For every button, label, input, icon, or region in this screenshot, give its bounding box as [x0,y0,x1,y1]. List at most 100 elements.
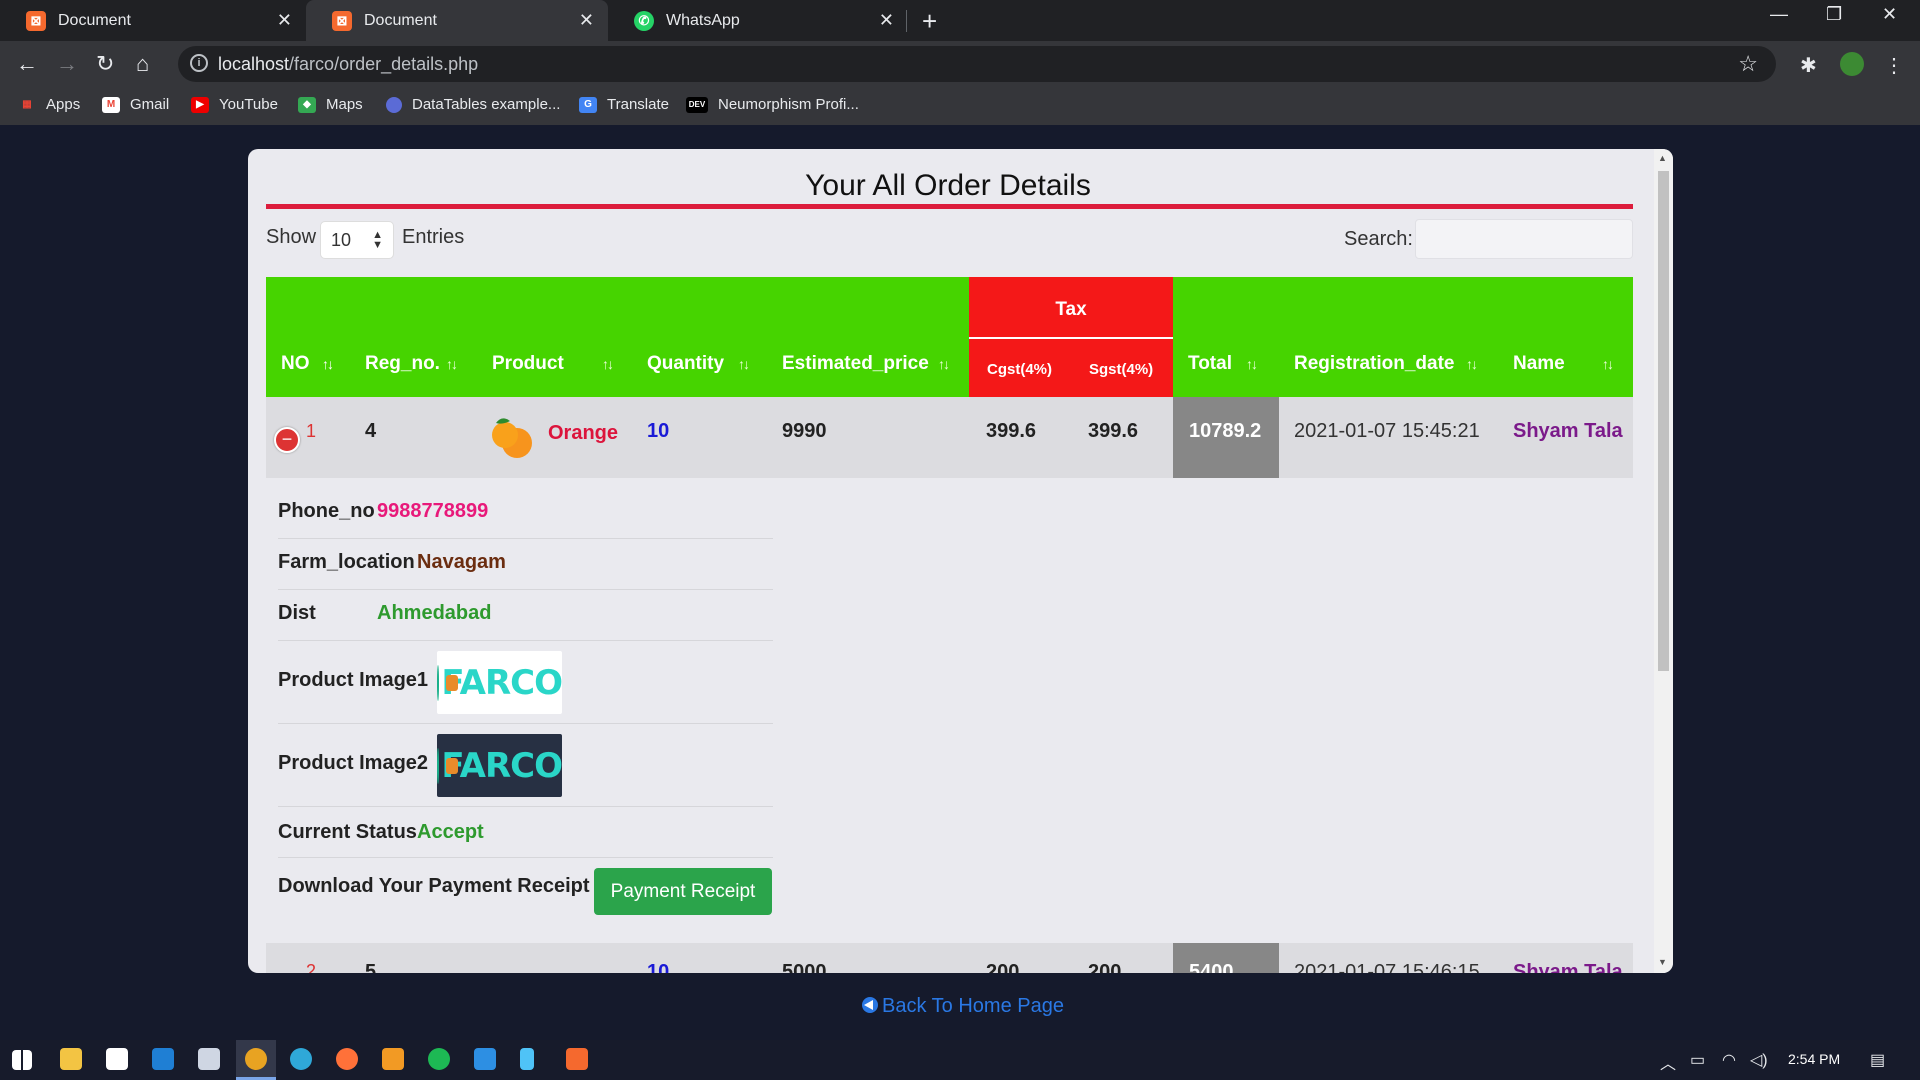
apps-grid-icon: ▦ [22,99,32,110]
site-info-icon[interactable]: i [190,54,208,72]
tray-chevron-icon[interactable]: ︿ [1660,1050,1676,1074]
bookmark-apps[interactable]: ▦ Apps [18,96,80,113]
bookmark-maps[interactable]: ◆ Maps [298,96,363,113]
chrome-icon[interactable] [245,1048,267,1070]
bookmark-gmail[interactable]: M Gmail [102,96,169,113]
cell-reg-no: 4 [365,420,377,442]
gmail-icon: M [102,96,120,113]
back-icon[interactable]: ← [16,51,38,77]
restore-icon[interactable]: ❐ [1826,4,1842,25]
show-label: Show [266,226,317,248]
close-tab-icon[interactable]: ✕ [579,10,594,30]
tab-title: Document [364,11,437,29]
app-icon[interactable] [428,1048,450,1070]
farco-mark-icon [437,664,462,701]
farco-logo-image: FARCO [437,651,563,714]
translate-icon: G [579,96,597,113]
clock-time[interactable]: 2:54 PM [1788,1051,1840,1067]
header-product[interactable]: Product [492,353,564,375]
tab-document-2[interactable]: ⊠ Document ✕ [306,0,608,41]
dev-icon: DEV [686,96,708,113]
store-icon[interactable] [106,1048,128,1070]
extensions-icon[interactable]: ✱ [1800,53,1817,78]
detail-dist: Dist Ahmedabad [278,590,773,641]
forward-icon[interactable]: → [56,51,78,77]
network-app-icon[interactable] [198,1048,220,1070]
detail-phone: Phone_no 9988778899 [278,488,773,539]
farco-logo-image: FARCO [437,734,563,797]
home-icon[interactable]: ⌂ [136,51,149,77]
new-tab-icon[interactable]: + [922,6,937,37]
header-estimated-price[interactable]: Estimated_price [782,353,929,375]
windows-taskbar: ︿ ▭ ◠ ◁) 2:54 PM ▤ [0,1040,1920,1080]
edge-icon[interactable] [290,1048,312,1070]
bookmark-star-icon[interactable]: ☆ [1738,51,1758,77]
tab-whatsapp[interactable]: ✆ WhatsApp ✕ [608,0,908,41]
battery-icon[interactable]: ▭ [1690,1050,1705,1070]
cell-registration-date: 2021-01-07 15:46:15 [1294,961,1480,973]
xampp-icon[interactable] [566,1048,588,1070]
orange-icon [492,418,532,458]
minimize-icon[interactable]: — [1770,4,1788,25]
close-tab-icon[interactable]: ✕ [879,10,894,30]
reload-icon[interactable]: ↻ [96,51,114,77]
close-window-icon[interactable]: ✕ [1882,4,1897,25]
cell-sgst: 200 [1088,961,1122,973]
vscode-icon[interactable] [474,1048,496,1070]
page-title: Your All Order Details [805,169,1091,202]
notifications-icon[interactable]: ▤ [1870,1050,1885,1070]
detail-product-image-1: Product Image1 FARCO [278,641,773,724]
address-bar[interactable]: i localhost/farco/order_details.php ☆ [178,46,1776,82]
windows-start-icon[interactable] [12,1050,32,1070]
collapse-row-icon[interactable]: − [274,427,300,453]
cell-registration-date: 2021-01-07 15:45:21 [1294,420,1480,442]
header-no[interactable]: NO [281,353,310,375]
file-explorer-icon[interactable] [60,1048,82,1070]
bookmark-youtube[interactable]: ▶ YouTube [191,96,278,113]
header-reg-no[interactable]: Reg_no. [365,353,440,375]
row-no: 1 [306,421,317,441]
tab-document-1[interactable]: ⊠ Document ✕ [0,0,306,41]
order-details-card: Your All Order Details Show 10 ▲ ▼ Entrie… [248,149,1673,973]
back-to-home-link[interactable]: Back To Home Page [862,995,1064,1018]
header-registration-date[interactable]: Registration_date [1294,353,1454,375]
maps-icon: ◆ [298,96,316,113]
header-total[interactable]: Total [1188,353,1232,375]
sort-icon[interactable]: ↑↓ [938,356,950,372]
sort-icon[interactable]: ↑↓ [602,356,614,372]
cell-cgst: 200 [986,961,1020,973]
bookmarks-bar: ▦ Apps M Gmail ▶ YouTube ◆ Maps DataTables e… [0,88,1920,125]
header-sgst[interactable]: Sgst(4%) [1089,361,1153,378]
mail-icon[interactable] [152,1048,174,1070]
sort-icon[interactable]: ↑↓ [1466,356,1478,372]
scrollbar-thumb[interactable] [1658,171,1669,671]
payment-receipt-button[interactable]: Payment Receipt [594,868,772,915]
close-tab-icon[interactable]: ✕ [277,10,292,30]
sort-icon[interactable]: ↑↓ [446,356,458,372]
bookmark-datatables[interactable]: DataTables example... [386,96,560,113]
header-quantity[interactable]: Quantity [647,353,724,375]
sublime-icon[interactable] [382,1048,404,1070]
search-input[interactable] [1415,219,1633,259]
scroll-down-icon[interactable]: ▼ [1658,957,1667,967]
entries-select[interactable]: 10 ▲ ▼ [320,221,394,259]
profile-avatar[interactable] [1840,52,1864,76]
notepad-icon[interactable] [520,1048,534,1070]
sort-asc-icon[interactable]: ↑↓ [322,356,334,372]
sort-icon[interactable]: ↑↓ [1246,356,1258,372]
wifi-icon[interactable]: ◠ [1722,1050,1736,1070]
sort-icon[interactable]: ↑↓ [1602,356,1614,372]
header-name[interactable]: Name [1513,353,1565,375]
page-scrollbar[interactable]: ▲ ▼ [1654,149,1673,973]
volume-icon[interactable]: ◁) [1750,1050,1768,1070]
sort-icon[interactable]: ↑↓ [738,356,750,372]
header-cgst[interactable]: Cgst(4%) [987,361,1052,378]
menu-icon[interactable]: ⋮ [1884,53,1904,78]
bookmark-neumorphism[interactable]: DEV Neumorphism Profi... [686,96,859,113]
firefox-icon[interactable] [336,1048,358,1070]
cell-name: Shyam Tala [1513,961,1623,973]
tax-divider [969,337,1173,339]
scroll-up-icon[interactable]: ▲ [1658,153,1667,163]
bookmark-translate[interactable]: G Translate [579,96,669,113]
header-tax: Tax [1055,299,1087,320]
